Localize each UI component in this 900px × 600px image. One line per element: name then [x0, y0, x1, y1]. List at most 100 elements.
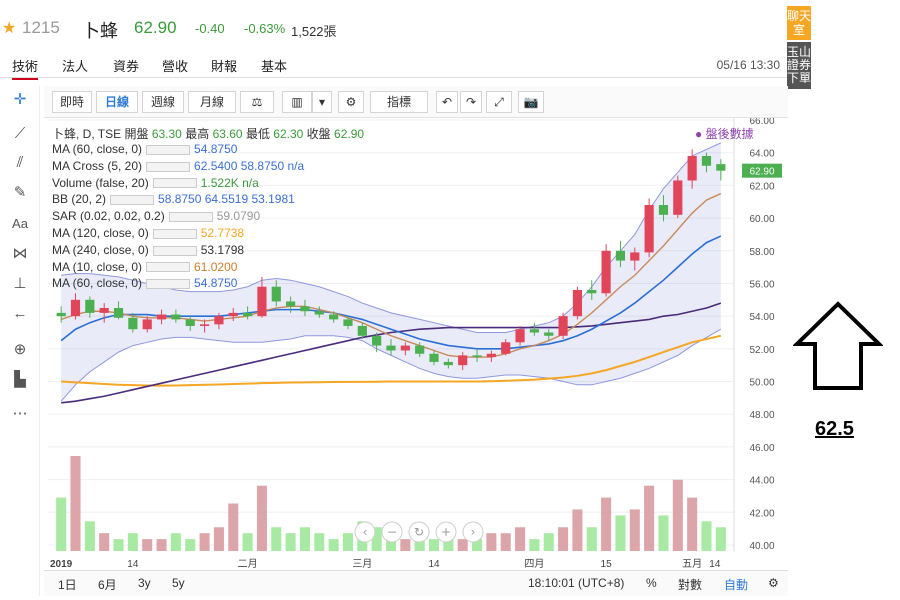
volume-bar: [687, 497, 698, 551]
x-tick-label: 二月: [238, 558, 258, 570]
candle-body: [286, 301, 296, 307]
indicator-row[interactable]: BB (20, 2) 58.8750 64.5519 53.1981: [52, 192, 295, 206]
symbol-label: 卜蜂, D, TSE: [52, 127, 122, 141]
favorite-star-icon[interactable]: ★: [2, 18, 16, 38]
indicator-options[interactable]: [110, 195, 155, 206]
more-icon[interactable]: ⋯: [10, 404, 30, 424]
broker-order-button[interactable]: 玉山證券下單: [787, 42, 811, 89]
x-tick-label: 五月: [682, 558, 702, 570]
candle-body: [171, 314, 181, 320]
indicator-row[interactable]: MA (240, close, 0) 53.1798: [52, 243, 244, 257]
volume-bar: [658, 515, 669, 551]
range-5y[interactable]: 5y: [172, 576, 185, 590]
candle-body: [515, 329, 525, 343]
candle-body: [458, 355, 468, 366]
indicator-options[interactable]: [152, 228, 197, 239]
y-tick-label: 60.00: [749, 214, 774, 225]
daily-button[interactable]: 日線: [96, 91, 138, 113]
chart-toolbar: 即時 日線 週線 月線 ⚖ ▥ ▾ ⚙ 指標 ↶ ↷ ⤢ 📷: [44, 86, 788, 118]
crosshair-icon[interactable]: ✛: [10, 90, 30, 110]
indicator-row[interactable]: MA (120, close, 0) 52.7738: [52, 226, 244, 240]
indicator-options[interactable]: [146, 262, 191, 273]
volume-bar: [715, 527, 726, 551]
ruler-icon[interactable]: ▙: [10, 370, 30, 390]
gear-icon[interactable]: ⚙: [338, 91, 364, 113]
tab-basic[interactable]: 基本: [261, 56, 287, 75]
volume-bar: [113, 539, 124, 551]
back-icon[interactable]: ←: [10, 304, 30, 324]
after-hours-link[interactable]: ● 盤後數據: [695, 125, 754, 142]
chevron-down-icon[interactable]: ▾: [312, 91, 332, 113]
indicator-label: MA (240, close, 0): [52, 242, 149, 257]
tab-revenue[interactable]: 營收: [162, 56, 188, 75]
candle-body: [701, 155, 712, 166]
candle-body: [142, 319, 152, 330]
realtime-button[interactable]: 即時: [52, 91, 92, 113]
candle-body: [716, 164, 726, 171]
candle-body: [185, 319, 195, 326]
indicator-options[interactable]: [168, 212, 213, 223]
indicator-options[interactable]: [152, 178, 197, 189]
indicator-value: 59.0790: [216, 209, 261, 224]
undo-icon[interactable]: ↶: [436, 91, 458, 113]
tab-margin[interactable]: 資券: [113, 56, 139, 75]
redo-icon[interactable]: ↷: [460, 91, 482, 113]
price-change-pct: -0.63%: [244, 21, 286, 36]
tab-institutional[interactable]: 法人: [62, 56, 88, 75]
candle-body: [113, 307, 124, 318]
fib-icon[interactable]: ⫽: [10, 153, 30, 173]
volume-bar: [185, 539, 196, 551]
indicator-row[interactable]: Volume (false, 20) 1.522K n/a: [52, 176, 259, 190]
tab-technical[interactable]: 技術: [12, 56, 39, 80]
log-toggle[interactable]: 對數: [678, 576, 702, 593]
candle-type-icon[interactable]: ▥: [282, 91, 312, 113]
auto-toggle[interactable]: 自動: [724, 576, 748, 593]
indicator-options[interactable]: [146, 144, 191, 155]
indicator-options[interactable]: [146, 279, 191, 290]
zoom-icon[interactable]: ⊕: [10, 340, 30, 360]
line-tool-icon[interactable]: ⟋: [10, 124, 30, 144]
volume-bar: [142, 539, 153, 551]
indicator-row[interactable]: MA (60, close, 0) 54.8750: [52, 142, 237, 156]
weekly-button[interactable]: 週線: [142, 91, 184, 113]
stock-price: 62.90: [134, 18, 177, 37]
indicator-row[interactable]: MA (10, close, 0) 61.0200: [52, 260, 237, 274]
monthly-button[interactable]: 月線: [188, 91, 236, 113]
volume-bar: [400, 539, 411, 551]
measure-icon[interactable]: ⊥: [10, 274, 30, 294]
fullscreen-icon[interactable]: ⤢: [486, 91, 512, 113]
low-value: 62.30: [273, 127, 304, 141]
indicator-row[interactable]: MA Cross (5, 20) 62.5400 58.8750 n/a: [52, 159, 304, 173]
close-value: 62.90: [334, 127, 365, 141]
candle-body: [558, 316, 568, 336]
candle-body: [128, 317, 138, 330]
indicator-options[interactable]: [152, 245, 197, 256]
footer-gear-icon[interactable]: ⚙: [768, 576, 779, 590]
percent-toggle[interactable]: %: [646, 576, 657, 590]
volume-bar: [84, 521, 95, 551]
compare-icon[interactable]: ⚖: [240, 91, 274, 113]
close-label: 收盤: [306, 127, 331, 141]
indicator-row[interactable]: SAR (0.02, 0.02, 0.2) 59.0790: [52, 209, 260, 223]
tab-financials[interactable]: 財報: [211, 56, 237, 75]
candle-body: [271, 286, 281, 302]
range-6m[interactable]: 6月: [98, 576, 117, 593]
indicator-row[interactable]: MA (60, close, 0) 54.8750: [52, 276, 237, 290]
range-1d[interactable]: 1日: [58, 576, 77, 593]
chat-room-button[interactable]: 聊天室: [787, 6, 811, 40]
ohlc-readout: 卜蜂, D, TSE 開盤 63.30 最高 63.60 最低 62.30 收盤…: [52, 125, 364, 142]
pattern-icon[interactable]: ⋈: [10, 244, 30, 264]
brush-icon[interactable]: ✎: [10, 183, 30, 203]
camera-icon[interactable]: 📷: [518, 91, 544, 113]
indicator-label: MA (10, close, 0): [52, 259, 143, 274]
indicators-button[interactable]: 指標: [370, 91, 428, 113]
volume-bar: [515, 527, 526, 551]
indicator-options[interactable]: [146, 161, 191, 172]
range-3y[interactable]: 3y: [138, 576, 151, 590]
candle-body: [472, 355, 482, 358]
candle-body: [386, 345, 396, 351]
candle-body: [673, 180, 683, 215]
text-icon[interactable]: Aa: [10, 214, 30, 234]
x-tick-label: 15: [601, 559, 613, 570]
candle-body: [443, 361, 453, 366]
